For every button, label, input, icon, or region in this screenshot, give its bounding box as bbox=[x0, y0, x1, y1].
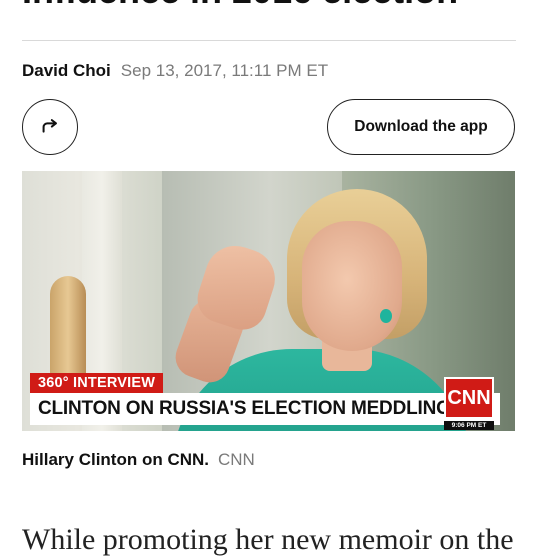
caption-credit: CNN bbox=[218, 450, 255, 469]
byline: David Choi Sep 13, 2017, 11:11 PM ET bbox=[22, 61, 328, 81]
image-caption: Hillary Clinton on CNN. CNN bbox=[22, 450, 255, 470]
headline-partial: Influence in 2016 election bbox=[22, 0, 538, 12]
broadcast-time: 9:06 PM ET bbox=[444, 421, 494, 430]
news-lower-third: 360° INTERVIEW CLINTON ON RUSSIA'S ELECT… bbox=[22, 373, 515, 431]
share-button[interactable] bbox=[22, 99, 78, 155]
divider bbox=[22, 40, 516, 41]
share-arrow-icon bbox=[42, 119, 57, 133]
timestamp: Sep 13, 2017, 11:11 PM ET bbox=[120, 61, 329, 80]
download-app-button[interactable]: Download the app bbox=[327, 99, 515, 155]
speaker-face bbox=[302, 221, 402, 351]
caption-text: Hillary Clinton on CNN. bbox=[22, 450, 209, 469]
speaker-earring bbox=[380, 309, 392, 323]
lower-third-headline: CLINTON ON RUSSIA'S ELECTION MEDDLING bbox=[30, 393, 500, 425]
interview-tag: 360° INTERVIEW bbox=[30, 373, 164, 393]
article-body-text: While promoting her new memoir on the bbox=[22, 523, 514, 556]
vase-decor bbox=[50, 276, 86, 386]
video-thumbnail[interactable]: 360° INTERVIEW CLINTON ON RUSSIA'S ELECT… bbox=[22, 171, 515, 431]
cnn-logo: CNN bbox=[444, 377, 494, 419]
author-name[interactable]: David Choi bbox=[22, 61, 111, 81]
